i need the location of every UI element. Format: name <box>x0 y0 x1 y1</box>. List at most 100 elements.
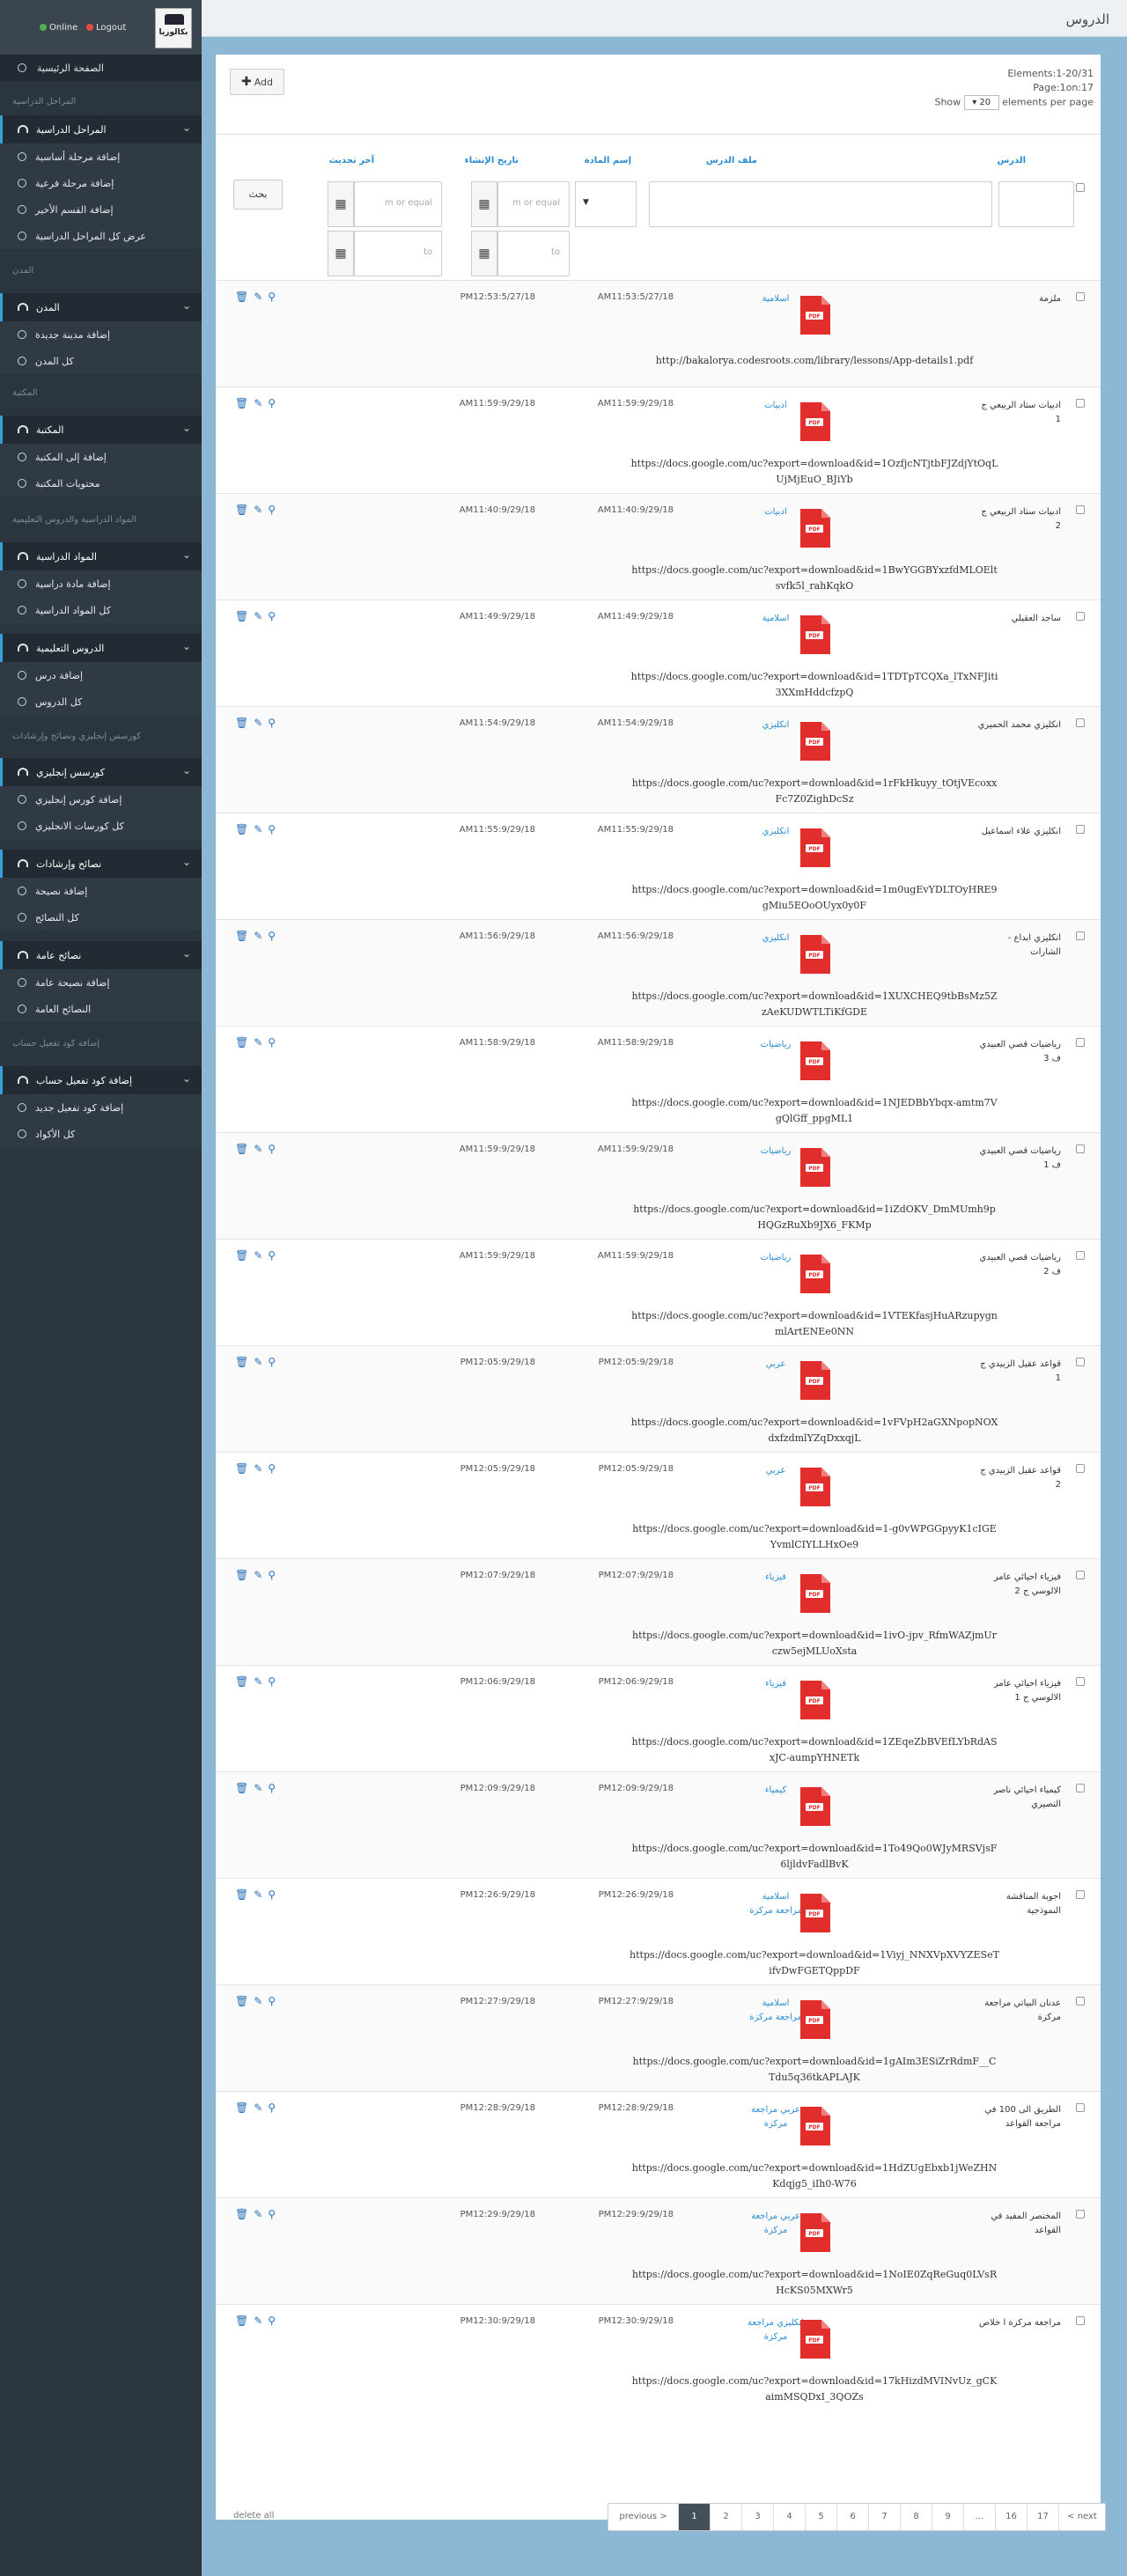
subject-link[interactable]: عربي <box>748 1358 804 1372</box>
row-checkbox[interactable] <box>1076 612 1085 621</box>
row-checkbox[interactable] <box>1076 1677 1085 1686</box>
row-checkbox[interactable] <box>1076 1784 1085 1792</box>
page-button[interactable]: 3 <box>742 2504 774 2530</box>
sidebar-group-1[interactable]: المراحل الدراسية ⌄ <box>0 115 202 144</box>
search-icon[interactable]: ⚲ <box>268 1143 281 1155</box>
created-to-calendar-icon[interactable]: ▦ <box>471 231 497 276</box>
file-url[interactable]: https://docs.google.com/uc?export=downlo… <box>630 2054 999 2086</box>
search-icon[interactable]: ⚲ <box>268 1995 281 2007</box>
file-url[interactable]: http://bakalorya.codesroots.com/library/… <box>630 353 999 369</box>
pdf-file-icon[interactable]: PDF <box>799 1148 830 1187</box>
edit-pencil-icon[interactable]: ✎ <box>254 930 268 942</box>
created-from-calendar-icon[interactable]: ▦ <box>471 181 497 227</box>
sidebar-subitem[interactable]: إضافة إلى المكتبة <box>0 444 202 470</box>
search-button[interactable]: بحث <box>233 180 283 210</box>
trash-icon[interactable]: 🗑 <box>235 504 254 516</box>
search-icon[interactable]: ⚲ <box>268 2101 281 2114</box>
subject-link[interactable]: فيزياء <box>748 1571 804 1585</box>
pdf-file-icon[interactable]: PDF <box>799 1681 830 1719</box>
page-button[interactable]: 4 <box>774 2504 806 2530</box>
file-url[interactable]: https://docs.google.com/uc?export=downlo… <box>630 1628 999 1660</box>
pdf-file-icon[interactable]: PDF <box>799 1787 830 1826</box>
subject-link[interactable]: عربي مراجعة مركزة <box>748 2103 804 2131</box>
row-checkbox[interactable] <box>1076 1997 1085 2006</box>
row-checkbox[interactable] <box>1076 399 1085 408</box>
sidebar-subitem[interactable]: إضافة مرحلة فرعية <box>0 170 202 196</box>
sidebar-subitem[interactable]: كل المواد الدراسية <box>0 597 202 623</box>
trash-icon[interactable]: 🗑 <box>235 1143 254 1155</box>
subject-link[interactable]: كيمياء <box>748 1784 804 1798</box>
edit-pencil-icon[interactable]: ✎ <box>254 2101 268 2114</box>
pdf-file-icon[interactable]: PDF <box>799 1041 830 1080</box>
subject-link[interactable]: رياضيات <box>748 1251 804 1265</box>
lesson-filter-input[interactable] <box>998 181 1074 227</box>
row-checkbox[interactable] <box>1076 1890 1085 1899</box>
trash-icon[interactable]: 🗑 <box>235 717 254 729</box>
sidebar-subitem[interactable]: كل كورسات الانجليزي <box>0 813 202 839</box>
edit-pencil-icon[interactable]: ✎ <box>254 2208 268 2220</box>
search-icon[interactable]: ⚲ <box>268 291 281 303</box>
trash-icon[interactable]: 🗑 <box>235 397 254 409</box>
pdf-file-icon[interactable]: PDF <box>799 1574 830 1613</box>
column-created[interactable]: تاريخ الإنشاء <box>465 156 519 166</box>
edit-pencil-icon[interactable]: ✎ <box>254 1462 268 1475</box>
row-checkbox[interactable] <box>1076 505 1085 514</box>
file-url[interactable]: https://docs.google.com/uc?export=downlo… <box>630 2160 999 2192</box>
search-icon[interactable]: ⚲ <box>268 1675 281 1688</box>
edit-pencil-icon[interactable]: ✎ <box>254 1036 268 1049</box>
column-updated[interactable]: آخر تحديث <box>329 156 374 166</box>
sidebar-subitem[interactable]: النصائح العامة <box>0 996 202 1022</box>
trash-icon[interactable]: 🗑 <box>235 1569 254 1581</box>
edit-pencil-icon[interactable]: ✎ <box>254 1995 268 2007</box>
page-button[interactable]: 17 <box>1028 2504 1059 2530</box>
edit-pencil-icon[interactable]: ✎ <box>254 1782 268 1794</box>
trash-icon[interactable]: 🗑 <box>235 1888 254 1901</box>
edit-pencil-icon[interactable]: ✎ <box>254 397 268 409</box>
sidebar-group-6[interactable]: كورسس إنجليزي ⌄ <box>0 758 202 786</box>
subject-link[interactable]: فيزياء <box>748 1677 804 1691</box>
file-url[interactable]: https://docs.google.com/uc?export=downlo… <box>630 1734 999 1766</box>
subject-link[interactable]: انكليزي <box>748 931 804 946</box>
sidebar-subitem[interactable]: كل النصائح <box>0 904 202 931</box>
edit-pencil-icon[interactable]: ✎ <box>254 291 268 303</box>
sidebar-subitem[interactable]: إضافة مرحلة أساسية <box>0 144 202 170</box>
sidebar-subitem[interactable]: إضافة نصيحة عامة <box>0 969 202 996</box>
sidebar-group-5[interactable]: الدروس التعليمية ⌄ <box>0 634 202 662</box>
row-checkbox[interactable] <box>1076 2103 1085 2112</box>
row-checkbox[interactable] <box>1076 1038 1085 1047</box>
search-icon[interactable]: ⚲ <box>268 1356 281 1368</box>
site-logo[interactable]: بكالوريا <box>155 8 192 48</box>
trash-icon[interactable]: 🗑 <box>235 930 254 942</box>
trash-icon[interactable]: 🗑 <box>235 823 254 835</box>
sidebar-subitem[interactable]: إضافة نصيحة <box>0 878 202 904</box>
subject-link[interactable]: اسلامية مراجعة مركزة <box>748 1997 804 2025</box>
sidebar-subitem[interactable]: كل الأكواد <box>0 1121 202 1147</box>
pdf-file-icon[interactable]: PDF <box>799 296 830 335</box>
subject-link[interactable]: ادبيات <box>748 505 804 519</box>
row-checkbox[interactable] <box>1076 1571 1085 1579</box>
sidebar-group-3[interactable]: المكتبة ⌄ <box>0 416 202 444</box>
updated-to-input[interactable]: to <box>354 231 442 276</box>
search-icon[interactable]: ⚲ <box>268 1249 281 1262</box>
page-button[interactable]: 1 <box>679 2504 711 2530</box>
edit-pencil-icon[interactable]: ✎ <box>254 1569 268 1581</box>
file-url[interactable]: https://docs.google.com/uc?export=downlo… <box>630 669 999 701</box>
next-page-button[interactable]: < next <box>1059 2504 1105 2530</box>
page-button[interactable]: 6 <box>837 2504 869 2530</box>
delete-all-link[interactable]: delete all <box>233 2511 274 2521</box>
search-icon[interactable]: ⚲ <box>268 717 281 729</box>
row-checkbox[interactable] <box>1076 1144 1085 1153</box>
row-checkbox[interactable] <box>1076 718 1085 727</box>
row-checkbox[interactable] <box>1076 1464 1085 1473</box>
search-icon[interactable]: ⚲ <box>268 1036 281 1049</box>
column-lesson[interactable]: الدرس <box>997 156 1026 166</box>
file-url[interactable]: https://docs.google.com/uc?export=downlo… <box>630 989 999 1020</box>
trash-icon[interactable]: 🗑 <box>235 291 254 303</box>
pdf-file-icon[interactable]: PDF <box>799 1468 830 1506</box>
subject-link[interactable]: عربي مراجعة مركزة <box>748 2210 804 2238</box>
file-url[interactable]: https://docs.google.com/uc?export=downlo… <box>630 1308 999 1340</box>
created-to-input[interactable]: to <box>497 231 570 276</box>
pdf-file-icon[interactable]: PDF <box>799 1255 830 1293</box>
subject-link[interactable]: انكليزي <box>748 825 804 839</box>
sidebar-subitem[interactable]: إضافة كورس إنجليزي <box>0 786 202 813</box>
